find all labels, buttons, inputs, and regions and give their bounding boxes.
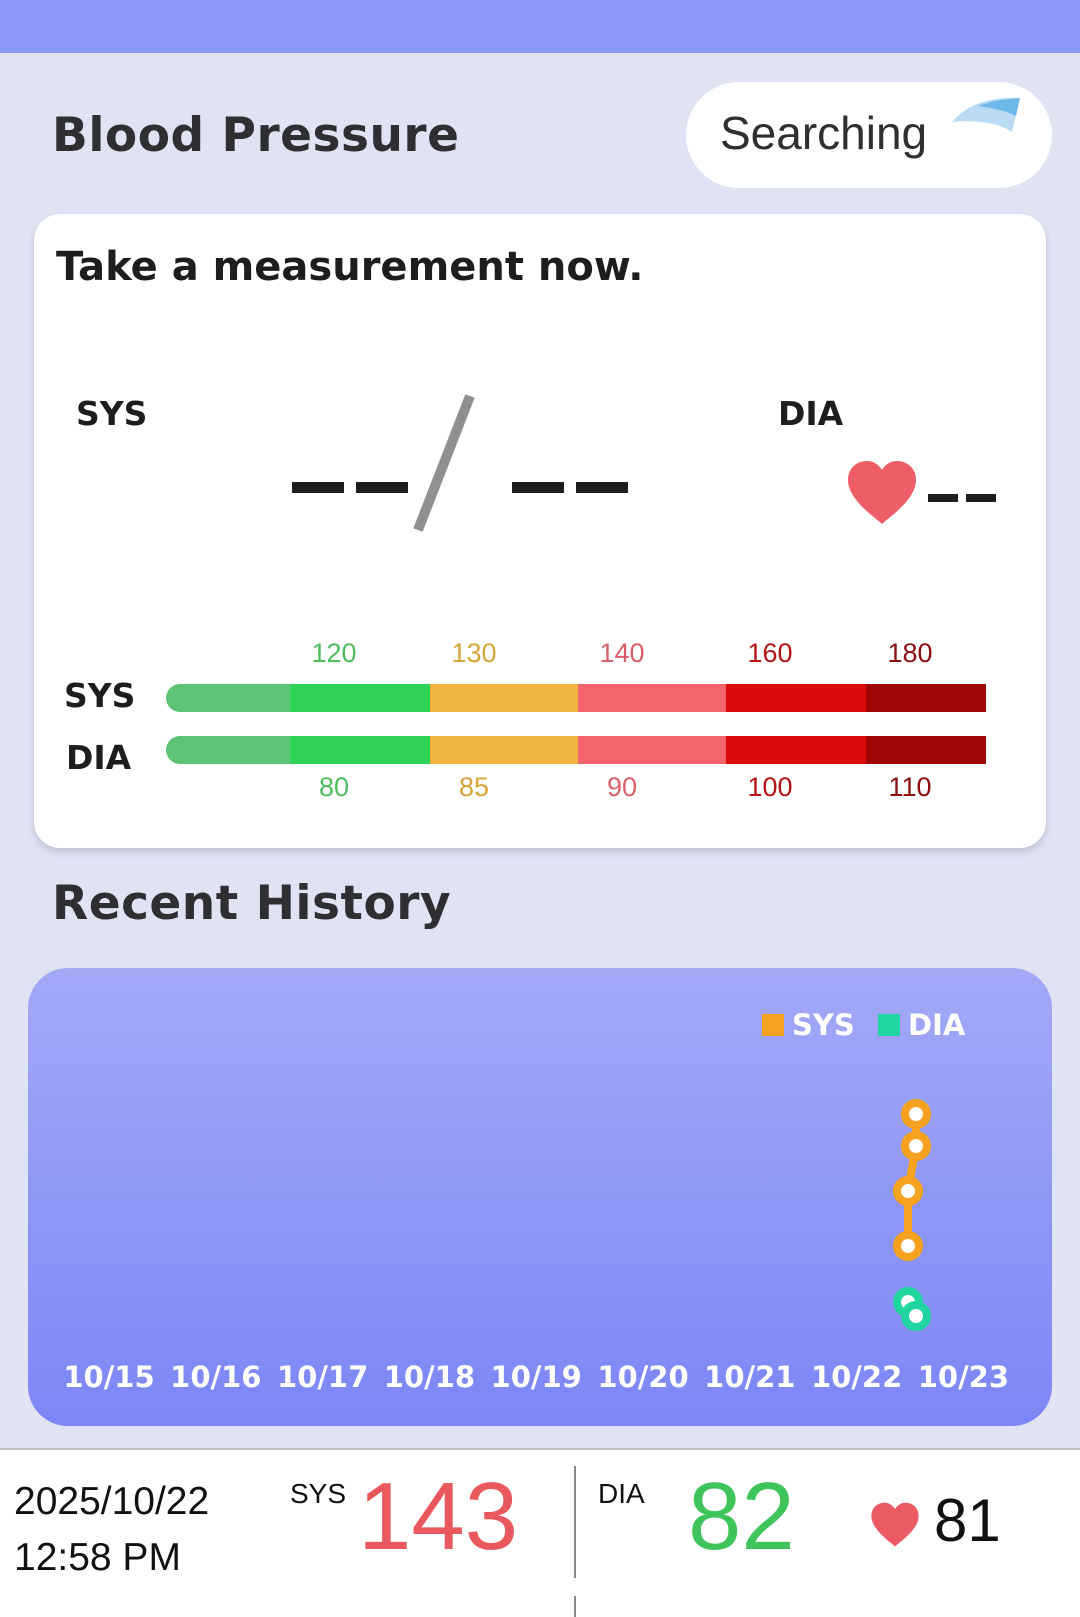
x-tick-label: 10/22: [810, 1360, 903, 1394]
dia-label: DIA: [778, 394, 844, 433]
x-tick-label: 10/23: [917, 1360, 1010, 1394]
scale-segment: [166, 684, 290, 712]
dia-placeholder-dash: [512, 482, 564, 493]
record-heart-rate: 81: [934, 1487, 1001, 1554]
scale-segment: [290, 684, 430, 712]
x-tick-label: 10/15: [63, 1360, 155, 1394]
sys-placeholder-dash: [292, 482, 344, 493]
sys-scale-bar: [166, 684, 1014, 712]
scale-tick-label: 80: [318, 772, 350, 802]
loading-spinner-icon: [952, 97, 1020, 132]
record-dia-label: DIA: [598, 1478, 645, 1509]
slash-separator: [413, 394, 475, 532]
dia-scale-bar: [166, 736, 1014, 764]
status-text: Searching: [720, 107, 928, 159]
x-tick-label: 10/19: [490, 1360, 582, 1394]
x-tick-label: 10/16: [170, 1360, 262, 1394]
top-app-bar: [0, 0, 1080, 53]
x-tick-label: 10/20: [597, 1360, 689, 1394]
device-status-pill[interactable]: Searching: [686, 82, 1052, 188]
sys-scale-label: SYS: [64, 676, 136, 715]
scale-tick-label: 110: [888, 772, 932, 802]
sys-point: [901, 1099, 931, 1129]
dia-placeholder-dash: [576, 482, 628, 493]
scale-tick-label: 100: [747, 772, 793, 802]
record-divider: [574, 1596, 576, 1617]
dia-scale-label: DIA: [66, 738, 132, 777]
scale-tick-label: 140: [599, 638, 645, 668]
record-dia-value: 82: [688, 1463, 795, 1570]
scale-tick-label: 120: [311, 638, 357, 668]
measurement-card: Take a measurement now. SYS DIA 120 130 14…: [34, 214, 1046, 848]
sys-point: [901, 1131, 931, 1161]
latest-record-row[interactable]: 2025/10/22 12:58 PM SYS 143 DIA 82 81: [0, 1448, 1080, 1598]
next-record-row: [0, 1596, 1080, 1617]
scale-segment: [726, 736, 866, 764]
record-datetime: 2025/10/22 12:58 PM: [14, 1474, 209, 1586]
scale-tick-label: 85: [458, 772, 490, 802]
scale-segment: [578, 736, 726, 764]
scale-segment: [290, 736, 430, 764]
heart-icon: [848, 461, 916, 524]
record-divider: [574, 1466, 576, 1578]
scale-segment: [166, 736, 290, 764]
scale-segment: [430, 736, 578, 764]
heart-rate-placeholder-dash: [966, 494, 996, 502]
record-sys-value: 143: [358, 1463, 519, 1570]
history-plot: [893, 1099, 931, 1331]
scale-tick-label: 130: [451, 638, 497, 668]
record-sys-label: SYS: [290, 1478, 347, 1509]
sys-point: [893, 1176, 923, 1206]
measure-prompt: Take a measurement now.: [56, 244, 644, 290]
heart-rate-placeholder-dash: [928, 494, 958, 502]
record-date: 2025/10/22: [14, 1480, 210, 1523]
x-tick-label: 10/17: [276, 1360, 369, 1394]
sys-placeholder-dash: [356, 482, 408, 493]
history-title: Recent History: [52, 876, 452, 931]
record-time: 12:58 PM: [14, 1536, 181, 1579]
heart-icon: [871, 1502, 919, 1547]
dia-point: [901, 1301, 931, 1331]
page-title: Blood Pressure: [52, 108, 460, 163]
scale-tick-label: 160: [747, 638, 793, 668]
scale-tick-label: 180: [887, 638, 933, 668]
sys-label: SYS: [76, 394, 148, 433]
history-chart[interactable]: SYS DIA 10/15 10/16 10/17 10/18 10/19 10/20 10…: [28, 968, 1052, 1426]
x-tick-label: 10/21: [704, 1360, 796, 1394]
scale-tick-label: 90: [606, 772, 638, 802]
scale-segment: [726, 684, 866, 712]
x-tick-label: 10/18: [383, 1360, 476, 1394]
scale-segment: [866, 736, 986, 764]
sys-point: [893, 1231, 923, 1261]
scale-segment: [578, 684, 726, 712]
scale-segment: [430, 684, 578, 712]
scale-segment: [866, 684, 986, 712]
